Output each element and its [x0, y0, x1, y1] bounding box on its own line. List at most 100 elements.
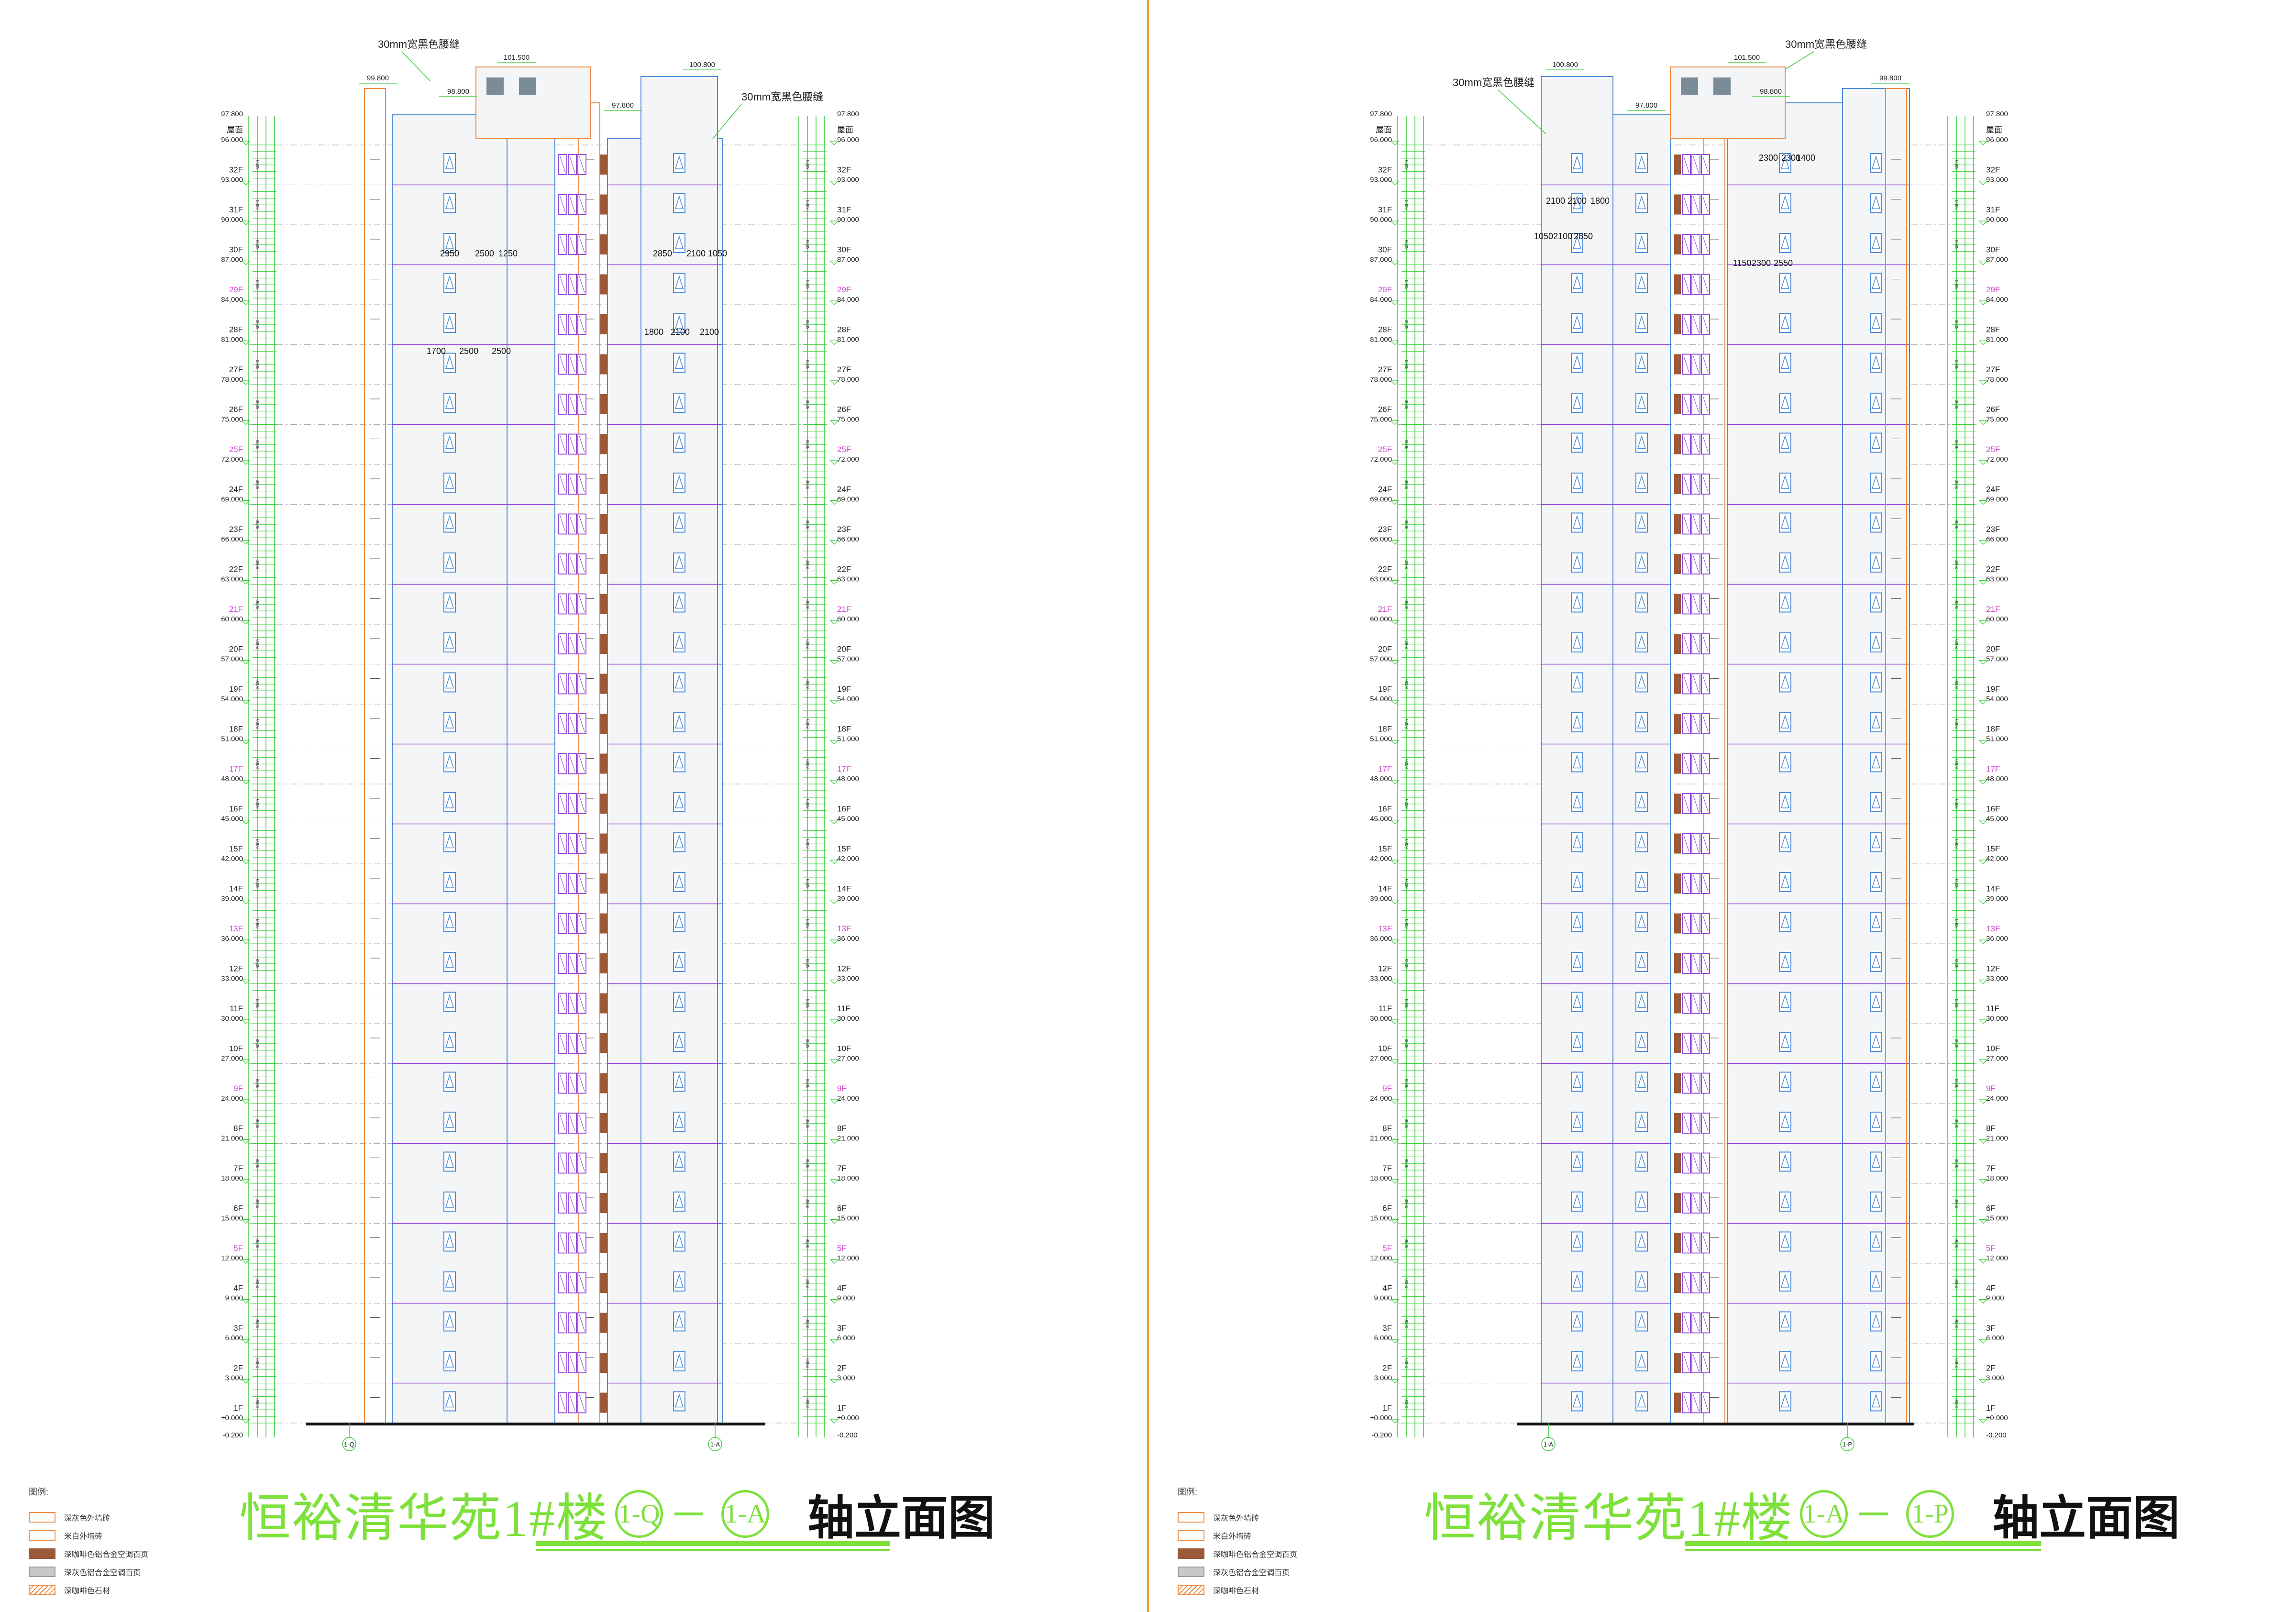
level-elevation-label: 12.000	[1986, 1254, 2008, 1262]
legend-item: 深灰色外墙砖	[29, 1508, 172, 1526]
scale-text: 3000	[806, 1039, 810, 1049]
title-underline-thin	[536, 1549, 890, 1551]
scale-text: 3000	[1954, 1039, 1959, 1049]
level-floor-label: 3F	[233, 1324, 243, 1333]
level-elevation-label: -0.200	[222, 1431, 243, 1439]
scale-text: 3000	[255, 1318, 260, 1328]
level-elevation-label: 57.000	[837, 655, 859, 663]
dimension-label: 1150	[1733, 258, 1752, 268]
scale-text: 3000	[1954, 240, 1959, 250]
level-elevation-label: 36.000	[1986, 935, 2008, 943]
scale-text: 3000	[1404, 240, 1409, 250]
axis-dash	[1859, 1513, 1888, 1515]
level-elevation-label: 27.000	[1370, 1055, 1392, 1063]
level-floor-label: 21F	[837, 605, 851, 614]
scale-text: 3000	[255, 1398, 260, 1408]
level-elevation-label: 87.000	[221, 256, 243, 264]
level-floor-label: 21F	[1378, 605, 1392, 614]
level-elevation-label: 15.000	[837, 1215, 859, 1223]
level-elevation-label: 60.000	[1370, 615, 1392, 623]
tower-block	[507, 138, 555, 1424]
level-floor-label: 4F	[1986, 1284, 1996, 1293]
scale-text: 3000	[1954, 280, 1959, 289]
level-elevation-label: -0.200	[837, 1431, 858, 1439]
scale-text: 3000	[806, 1358, 810, 1368]
level-elevation-label: 81.000	[837, 336, 859, 344]
level-floor-label: 26F	[1986, 405, 2000, 414]
level-elevation-label: 27.000	[221, 1055, 243, 1063]
scale-text: 3000	[806, 759, 810, 769]
scale-text: 3000	[255, 1039, 260, 1049]
level-floor-label: 9F	[1382, 1084, 1392, 1093]
level-elevation-label: 24.000	[837, 1094, 859, 1103]
level-elevation-label: 78.000	[837, 375, 859, 384]
level-elevation-label: 66.000	[221, 535, 243, 543]
level-elevation-label: 75.000	[837, 416, 859, 424]
level-elevation-label: 36.000	[1370, 935, 1392, 943]
brown-louver	[600, 913, 607, 934]
level-elevation-label: 48.000	[837, 775, 859, 783]
brown-louver	[1674, 1113, 1681, 1133]
scale-text: 3000	[1404, 400, 1409, 409]
scale-text: 3000	[1954, 200, 1959, 210]
level-elevation-label: 75.000	[1986, 416, 2008, 424]
level-floor-label: 8F	[233, 1124, 243, 1133]
level-floor-label: 16F	[1986, 805, 2000, 814]
level-elevation-label: 63.000	[1986, 575, 2008, 584]
level-elevation-label: 18.000	[1986, 1174, 2008, 1182]
scale-text: 3000	[255, 959, 260, 969]
legend-label: 米白外墙砖	[1213, 1533, 1252, 1541]
scale-text: 3000	[255, 320, 260, 330]
level-elevation-label: 30.000	[221, 1015, 243, 1023]
level-elevation-label: 97.800	[221, 110, 243, 118]
level-floor-label: 1F	[1986, 1403, 1996, 1413]
level-elevation-label: 97.800	[1370, 110, 1392, 118]
level-elevation-label: 54.000	[1370, 695, 1392, 703]
level-elevation-label: 75.000	[1370, 416, 1392, 424]
legend-label: 深咖啡色石材	[64, 1587, 110, 1595]
level-floor-label: 19F	[1986, 685, 2000, 694]
title-suffix: 轴立面图	[1992, 1491, 2180, 1546]
level-floor-label: 30F	[1986, 245, 2000, 254]
scale-text: 3000	[255, 160, 260, 170]
tower-body	[507, 138, 555, 1424]
scale-text: 3000	[1404, 200, 1409, 210]
level-elevation-label: 90.000	[221, 216, 243, 224]
level-floor-label: 18F	[1378, 725, 1392, 734]
level-elevation-label: 51.000	[221, 735, 243, 743]
scale-text: 3000	[255, 839, 260, 849]
level-elevation-label: 6.000	[1986, 1334, 2004, 1342]
level-floor-label: 7F	[1986, 1164, 1996, 1173]
level-floor-label: 18F	[229, 725, 243, 734]
level-floor-label: 20F	[837, 645, 851, 654]
level-elevation-label: 24.000	[1986, 1094, 2008, 1103]
level-floor-label: 23F	[229, 525, 243, 534]
scale-text: 3000	[806, 200, 810, 210]
scale-text: 3000	[1954, 400, 1959, 409]
drawing-title: 恒裕清华苑1#楼 1-Q 1-A 轴立面图	[239, 1485, 995, 1547]
level-elevation-label: 42.000	[1986, 855, 2008, 863]
elevation-sheet-right: 3000 3000 3000 3000 3000 3000 3000 3000 3000 3000…	[1149, 0, 2296, 1612]
roof-vent	[1713, 77, 1731, 95]
level-floor-label: 10F	[229, 1044, 243, 1053]
scale-text: 3000	[1954, 599, 1959, 609]
level-elevation-label: -0.200	[1986, 1431, 2007, 1439]
level-elevation-label: 33.000	[1370, 975, 1392, 983]
dimension-label: 2100	[700, 327, 719, 337]
level-floor-label: 17F	[1986, 764, 2000, 773]
scale-text: 3000	[1954, 519, 1959, 529]
scale-text: 3000	[255, 679, 260, 689]
brown-louver	[1674, 833, 1681, 854]
level-floor-label: 13F	[229, 924, 243, 933]
level-floor-label: 19F	[1378, 685, 1392, 694]
top-elevation-label: 97.800	[612, 101, 634, 110]
level-floor-label: 7F	[837, 1164, 847, 1173]
level-elevation-label: 36.000	[221, 935, 243, 943]
level-floor-label: 25F	[1378, 445, 1392, 454]
brown-louver	[1674, 1073, 1681, 1093]
scale-text: 3000	[1954, 1199, 1959, 1208]
level-elevation-label: 63.000	[1370, 575, 1392, 584]
scale-text: 3000	[806, 839, 810, 849]
scale-text: 3000	[255, 1159, 260, 1168]
note-leader	[1498, 89, 1546, 134]
